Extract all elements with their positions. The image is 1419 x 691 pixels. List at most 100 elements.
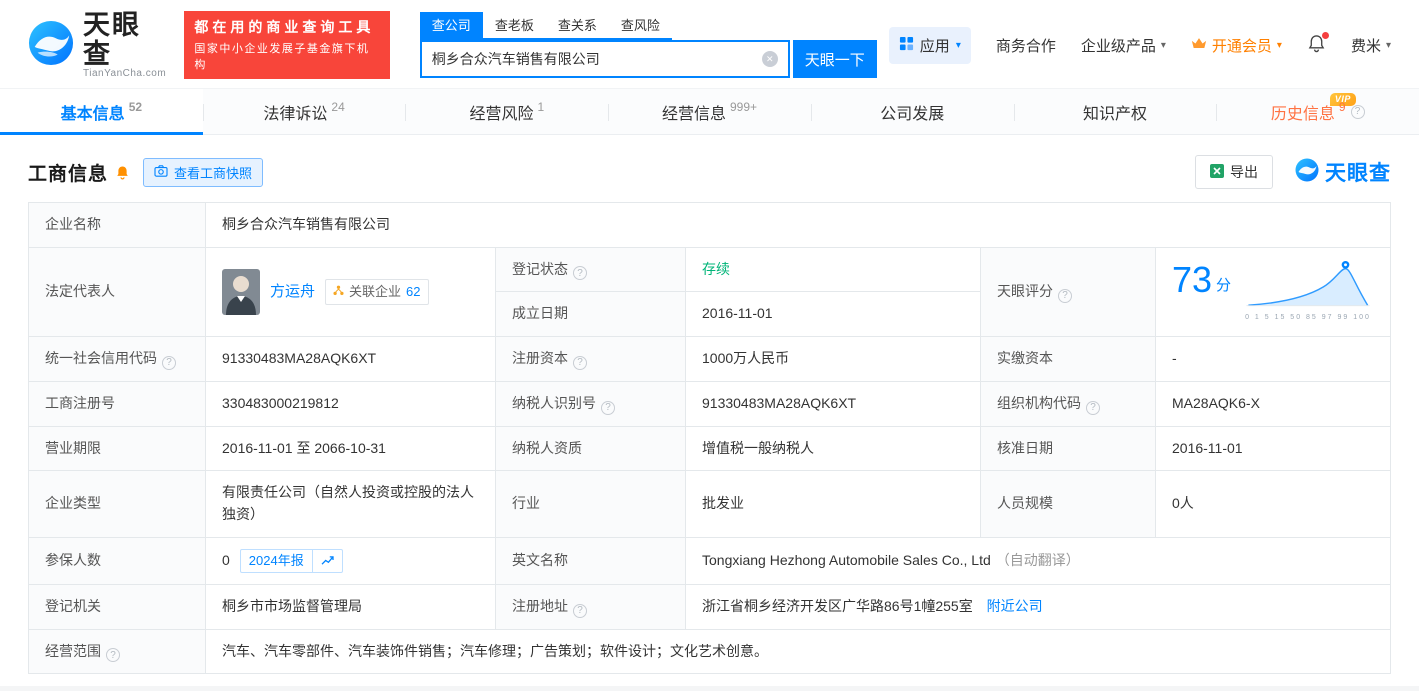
company-name-label-cell: 企业名称 <box>29 203 206 248</box>
field-label: 核准日期 <box>997 440 1053 456</box>
help-icon[interactable]: ? <box>1351 105 1365 119</box>
address-value-cell: 浙江省桐乡经济开发区广华路86号1幢255室 附近公司 <box>686 584 1391 629</box>
trend-chart-icon[interactable] <box>312 550 342 572</box>
help-icon[interactable]: ? <box>573 356 587 370</box>
top-menu: 应用 商务合作 企业级产品 开通会员 费米 <box>889 27 1391 64</box>
network-icon <box>333 282 344 302</box>
annual-report-link[interactable]: 2024年报 <box>241 550 312 572</box>
search-tab-risk[interactable]: 查风险 <box>609 12 672 38</box>
field-label: 企业名称 <box>45 216 101 232</box>
vip-menu[interactable]: 开通会员 <box>1191 35 1282 56</box>
tab-basic-info[interactable]: 基本信息 52 <box>0 89 203 134</box>
nearby-companies-link[interactable]: 附近公司 <box>987 598 1043 614</box>
establish-date-value-cell: 2016-11-01 <box>686 292 981 337</box>
staff-value-cell: 0人 <box>1156 471 1391 537</box>
field-label: 组织机构代码 <box>997 395 1081 411</box>
company-type-value-cell: 有限责任公司（自然人投资或控股的法人独资） <box>206 471 496 537</box>
tab-business-info[interactable]: 经营信息 999+ <box>608 89 811 134</box>
annual-report-chip[interactable]: 2024年报 <box>240 549 343 573</box>
english-name-value: Tongxiang Hezhong Automobile Sales Co., … <box>702 552 991 568</box>
address-value: 浙江省桐乡经济开发区广华路86号1幢255室 <box>702 598 973 614</box>
alert-bell-icon[interactable] <box>115 165 130 180</box>
search-tab-company[interactable]: 查公司 <box>420 12 483 38</box>
clear-icon[interactable] <box>762 51 778 67</box>
chevron-down-icon <box>1161 40 1166 51</box>
tab-company-development[interactable]: 公司发展 <box>811 89 1014 134</box>
help-icon[interactable]: ? <box>573 266 587 280</box>
field-label: 实缴资本 <box>997 350 1053 366</box>
help-icon[interactable]: ? <box>162 356 176 370</box>
score-value-cell: 73 分 0 1 5 15 50 85 97 99 100 <box>1156 247 1391 336</box>
cooperation-menu[interactable]: 商务合作 <box>996 35 1056 56</box>
help-icon[interactable]: ? <box>1086 401 1100 415</box>
tab-count: 999+ <box>730 100 757 114</box>
wave-logo-icon <box>28 20 74 71</box>
field-label: 参保人数 <box>45 552 101 568</box>
slogan-banner: 都在用的商业查询工具 国家中小企业发展子基金旗下机构 <box>184 11 389 79</box>
field-label: 经营范围 <box>45 643 101 659</box>
field-label: 登记状态 <box>512 261 568 277</box>
insured-label-cell: 参保人数 <box>29 537 206 584</box>
user-menu[interactable]: 费米 <box>1351 35 1391 56</box>
snapshot-button[interactable]: 查看工商快照 <box>143 158 263 187</box>
field-label: 英文名称 <box>512 552 568 568</box>
english-name-value-cell: Tongxiang Hezhong Automobile Sales Co., … <box>686 537 1391 584</box>
insured-value: 0 <box>222 550 230 572</box>
table-row: 企业类型 有限责任公司（自然人投资或控股的法人独资） 行业 批发业 人员规模 0… <box>29 471 1391 537</box>
legal-rep-avatar[interactable] <box>222 269 260 315</box>
reg-capital-value-cell: 1000万人民币 <box>686 337 981 382</box>
help-icon[interactable]: ? <box>106 648 120 662</box>
crown-icon <box>1191 37 1207 54</box>
tab-label: 基本信息 <box>61 100 125 124</box>
section-title: 工商信息 <box>28 159 108 186</box>
credit-code-label-cell: 统一社会信用代码? <box>29 337 206 382</box>
help-icon[interactable]: ? <box>573 604 587 618</box>
enterprise-menu[interactable]: 企业级产品 <box>1081 35 1166 56</box>
tab-label: 知识产权 <box>1083 100 1147 124</box>
search-input[interactable] <box>432 51 762 67</box>
industry-value: 批发业 <box>702 495 744 511</box>
table-row: 统一社会信用代码? 91330483MA28AQK6XT 注册资本? 1000万… <box>29 337 1391 382</box>
reg-no-label-cell: 工商注册号 <box>29 381 206 426</box>
search-tab-boss[interactable]: 查老板 <box>483 12 546 38</box>
tab-history-info[interactable]: VIP 历史信息 9 ? <box>1216 89 1419 134</box>
org-code-value-cell: MA28AQK6-X <box>1156 381 1391 426</box>
company-type-value: 有限责任公司（自然人投资或控股的法人独资） <box>222 484 474 522</box>
tab-operating-risk[interactable]: 经营风险 1 <box>405 89 608 134</box>
tianyancha-logo[interactable]: 天眼查 TianYanCha.com <box>28 11 168 79</box>
tab-intellectual-property[interactable]: 知识产权 <box>1014 89 1217 134</box>
notification-dot <box>1322 32 1329 39</box>
credit-code-value-cell: 91330483MA28AQK6XT <box>206 337 496 382</box>
legal-rep-name-link[interactable]: 方运舟 <box>270 280 315 303</box>
taxpayer-no-label-cell: 纳税人识别号? <box>496 381 686 426</box>
english-name-label-cell: 英文名称 <box>496 537 686 584</box>
tab-label: 经营信息 <box>662 100 726 124</box>
score-value: 73 <box>1172 260 1212 300</box>
related-companies-chip[interactable]: 关联企业 62 <box>325 279 428 305</box>
export-button[interactable]: 导出 <box>1195 155 1273 189</box>
company-name-value-cell: 桐乡合众汽车销售有限公司 <box>206 203 1391 248</box>
industry-value-cell: 批发业 <box>686 471 981 537</box>
notifications-button[interactable] <box>1307 34 1326 57</box>
export-label: 导出 <box>1230 162 1258 182</box>
search-tab-relation[interactable]: 查关系 <box>546 12 609 38</box>
business-info-table: 企业名称 桐乡合众汽车销售有限公司 法定代表人 <box>28 202 1391 674</box>
help-icon[interactable]: ? <box>1058 289 1072 303</box>
apps-menu[interactable]: 应用 <box>889 27 971 64</box>
tab-count: 9 <box>1339 100 1346 114</box>
tab-legal-litigation[interactable]: 法律诉讼 24 <box>203 89 406 134</box>
help-icon[interactable]: ? <box>601 401 615 415</box>
logo-subtitle: TianYanCha.com <box>83 68 168 79</box>
field-label: 工商注册号 <box>45 395 115 411</box>
org-code-label-cell: 组织机构代码? <box>981 381 1156 426</box>
section-header: 工商信息 查看工商快照 导出 <box>0 135 1419 202</box>
search-button[interactable]: 天眼一下 <box>793 40 877 78</box>
slogan-line2: 国家中小企业发展子基金旗下机构 <box>194 40 379 72</box>
chevron-down-icon <box>956 40 961 51</box>
reg-no-value: 330483000219812 <box>222 395 339 411</box>
tab-label: 公司发展 <box>880 100 944 124</box>
logo-title: 天眼查 <box>83 11 168 68</box>
reg-status-label-cell: 登记状态? <box>496 247 686 292</box>
reg-capital-label-cell: 注册资本? <box>496 337 686 382</box>
insured-value-cell: 0 2024年报 <box>206 537 496 584</box>
